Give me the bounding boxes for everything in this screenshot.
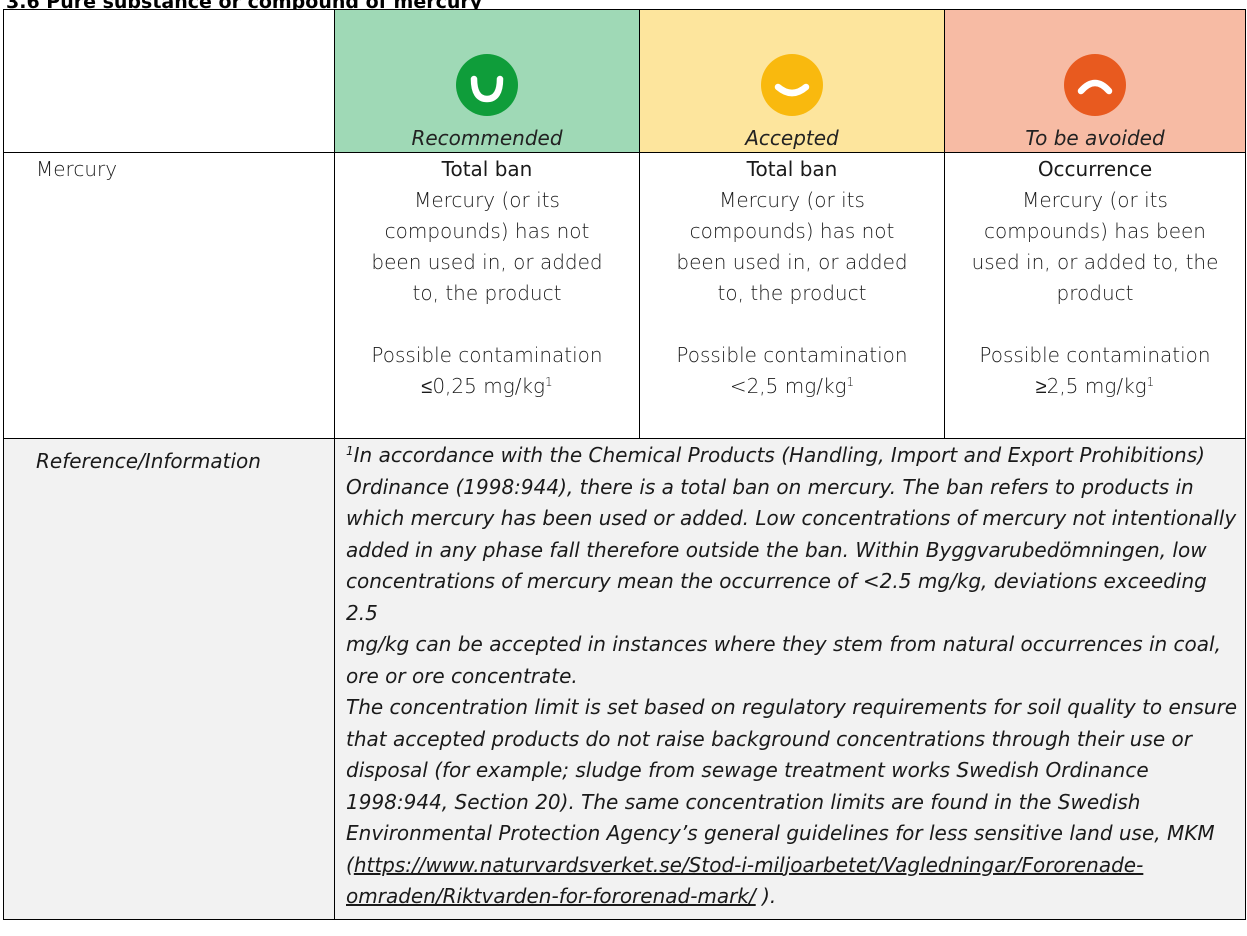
criteria-cell-recommended: Total ban Mercury (or its compounds) has… [334,152,640,439]
footnote-ref: 1 [846,375,855,389]
criteria-line: product [1056,281,1134,305]
footnote-marker: 1 [346,444,354,458]
reference-label: Reference/Information [36,449,261,473]
criteria-line: used in, or added to, the [971,250,1219,274]
criteria-line: compounds) has not [384,219,590,243]
substance-name: Mercury [36,157,118,181]
level-caption: Recommended [411,126,563,150]
reference-row: Reference/Information 1In accordance wit… [3,438,1246,920]
substance-row: Mercury Total ban Mercury (or its compou… [3,152,1246,439]
criteria-table: Recommended Accepted To be avoided Mercu… [3,9,1246,920]
criteria-title: Occurrence [1037,157,1153,181]
footnote-ref: 1 [1146,375,1155,389]
header-accepted: Accepted [639,9,945,153]
criteria-line: to, the product [717,281,867,305]
criteria-line: been used in, or added [676,250,908,274]
criteria-line: been used in, or added [371,250,603,274]
criteria-line: compounds) has not [689,219,895,243]
criteria-line: Mercury (or its [1022,188,1168,212]
smiley-face-icon [456,54,518,116]
header-row: Recommended Accepted To be avoided [3,9,1246,153]
header-blank-cell [3,9,335,153]
contamination-limit: <2,5 mg/kg1 [729,374,855,398]
contamination-label: Possible contamination [676,343,908,367]
reference-link-continued[interactable]: omraden/Riktvarden-for-fororenad-mark/ [346,884,756,908]
header-avoided: To be avoided [944,9,1246,153]
criteria-cell-accepted: Total ban Mercury (or its compounds) has… [639,152,945,439]
contamination-limit: ≥2,5 mg/kg1 [1035,374,1155,398]
contamination-label: Possible contamination [371,343,603,367]
reference-text-cell: 1In accordance with the Chemical Product… [334,438,1246,920]
frown-face-icon [1064,54,1126,116]
reference-text: 1In accordance with the Chemical Product… [346,443,1238,908]
smiley-face-icon [761,54,823,116]
criteria-title: Total ban [746,157,838,181]
criteria-line: Mercury (or its [719,188,865,212]
criteria-line: compounds) has been [984,219,1206,243]
header-recommended: Recommended [334,9,640,153]
criteria-cell-avoided: Occurrence Mercury (or its compounds) ha… [944,152,1246,439]
criteria-line: to, the product [412,281,562,305]
contamination-label: Possible contamination [979,343,1211,367]
substance-cell: Mercury [3,152,335,439]
reference-label-cell: Reference/Information [3,438,335,920]
contamination-limit: ≤0,25 mg/kg1 [421,374,553,398]
reference-link[interactable]: https://www.naturvardsverket.se/Stod-i-m… [354,853,1144,877]
level-caption: To be avoided [1025,126,1165,150]
footnote-ref: 1 [545,375,553,389]
criteria-title: Total ban [441,157,533,181]
criteria-line: Mercury (or its [414,188,560,212]
level-caption: Accepted [745,126,839,150]
